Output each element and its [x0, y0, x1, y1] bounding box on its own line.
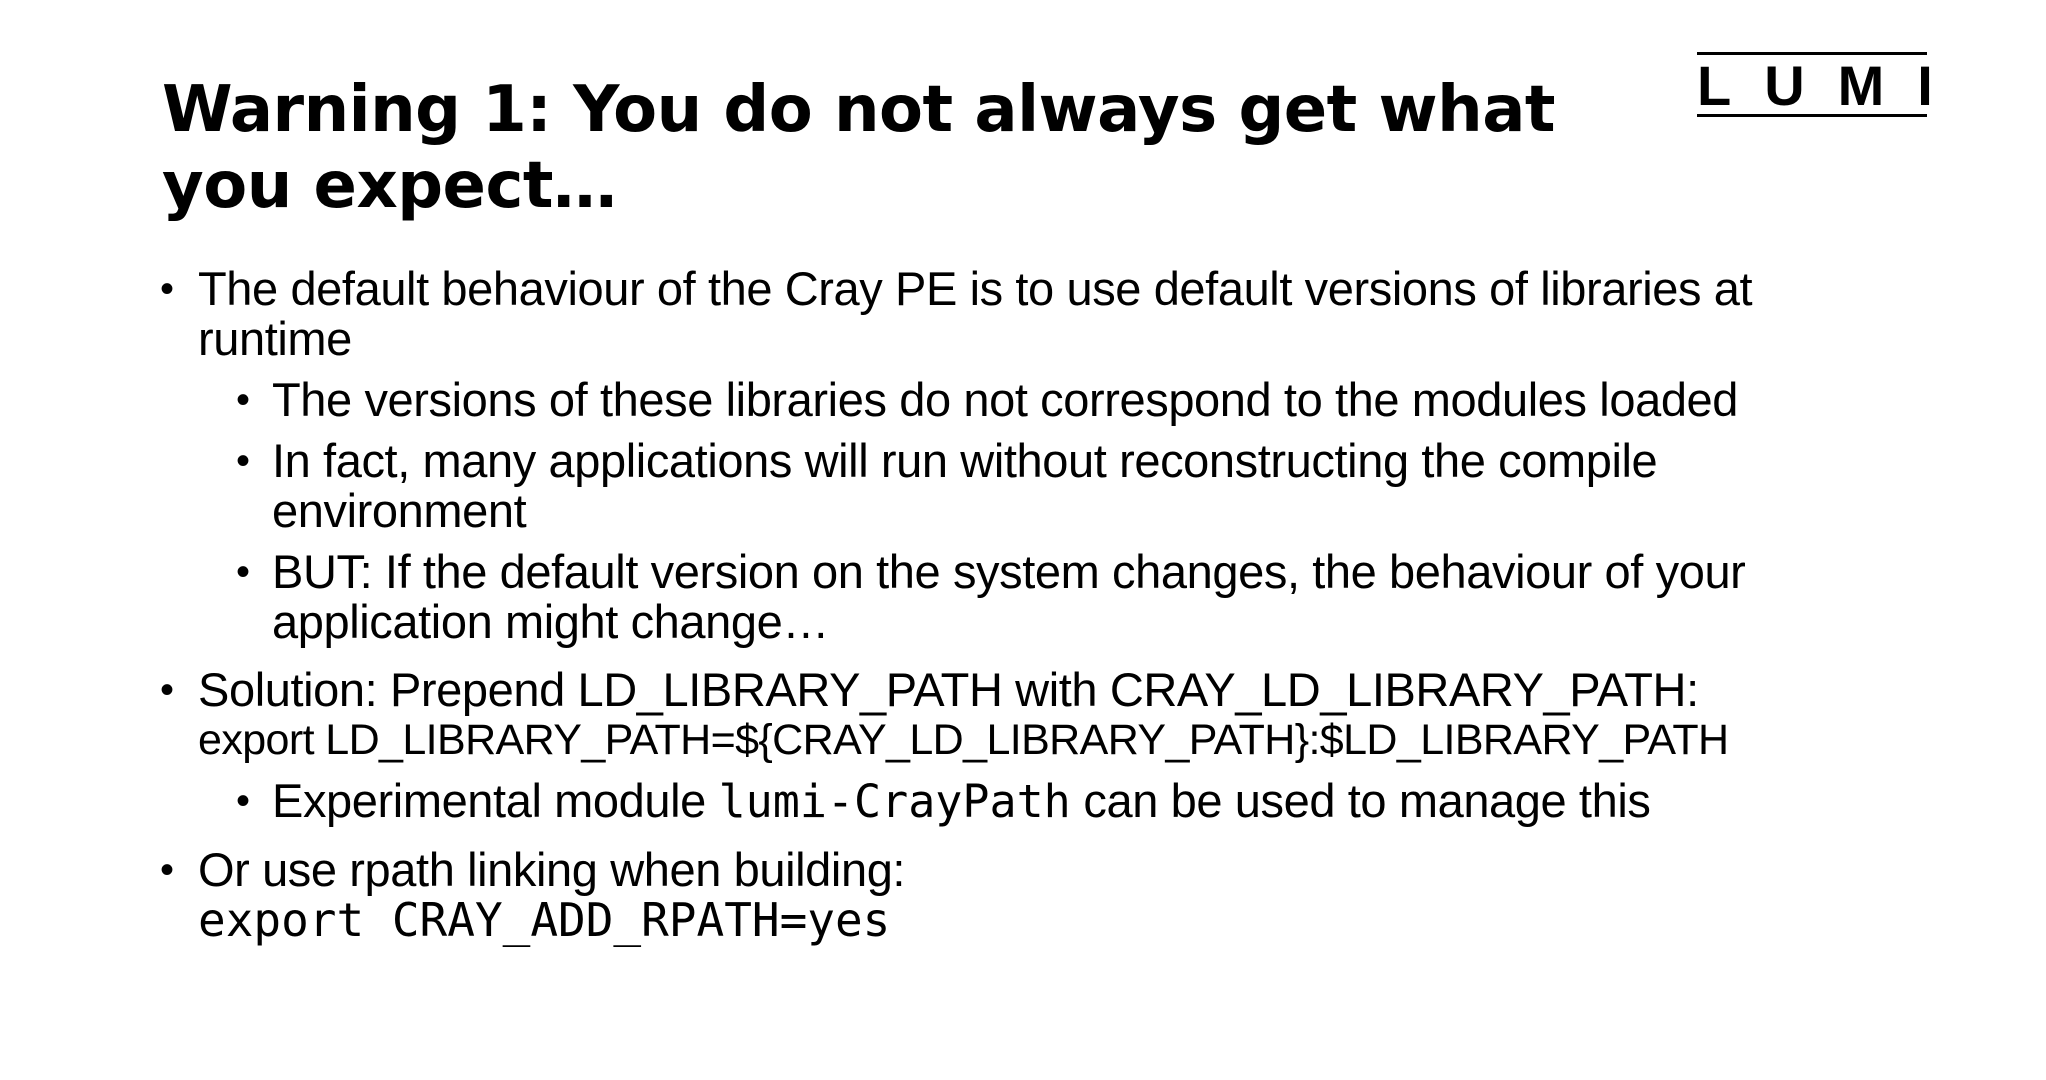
bullet-text: Or use rpath linking when building: — [198, 843, 906, 896]
bullet-icon: • — [160, 848, 174, 892]
bullet-text: In fact, many applications will run with… — [272, 434, 1658, 537]
bullet-icon: • — [236, 439, 250, 483]
module-name-code: lumi-CrayPath — [718, 775, 1071, 828]
logo-text: LUMI — [1697, 54, 1966, 117]
bullet-item: • Or use rpath linking when building: ex… — [160, 843, 1880, 947]
bullet-item: • Solution: Prepend LD_LIBRARY_PATH with… — [160, 665, 1880, 765]
bullet-icon: • — [160, 668, 174, 712]
bullet-icon: • — [236, 378, 250, 422]
bullet-icon: • — [236, 550, 250, 594]
sub-bullet-item: • In fact, many applications will run wi… — [160, 436, 1880, 536]
slide-content: • The default behaviour of the Cray PE i… — [160, 264, 1880, 947]
bullet-text: Experimental module — [272, 774, 719, 827]
bullet-text: The default behaviour of the Cray PE is … — [198, 262, 1753, 365]
sub-bullet-item: • Experimental module lumi-CrayPath can … — [160, 776, 1880, 827]
bullet-icon: • — [236, 779, 250, 823]
rpath-command-code: export CRAY_ADD_RPATH=yes — [198, 893, 891, 947]
bullet-icon: • — [160, 267, 174, 311]
logo-bottom-rule — [1697, 114, 1927, 117]
sub-bullet-item: • BUT: If the default version on the sys… — [160, 547, 1880, 647]
bullet-text: The versions of these libraries do not c… — [272, 373, 1739, 426]
sub-bullet-item: • The versions of these libraries do not… — [160, 375, 1880, 425]
bullet-text: Solution: Prepend LD_LIBRARY_PATH with C… — [198, 663, 1699, 716]
lumi-logo: LUMI — [1697, 52, 1966, 118]
slide-title: Warning 1: You do not always get what yo… — [162, 73, 1556, 223]
export-command: export LD_LIBRARY_PATH=${CRAY_LD_LIBRARY… — [198, 716, 1729, 764]
bullet-text: BUT: If the default version on the syste… — [272, 545, 1746, 648]
bullet-item: • The default behaviour of the Cray PE i… — [160, 264, 1880, 364]
bullet-text: can be used to manage this — [1070, 774, 1651, 827]
